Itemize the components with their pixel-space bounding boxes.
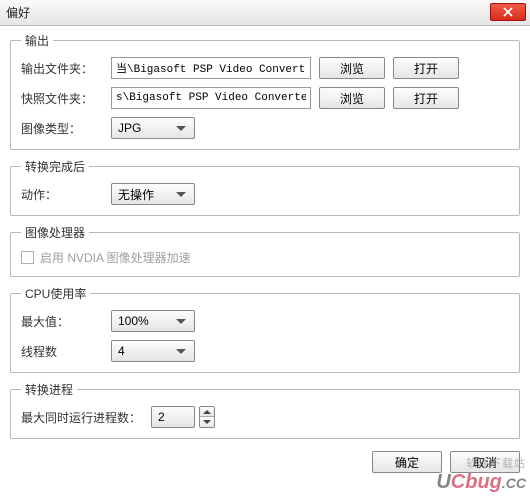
action-label: 动作： <box>21 186 111 203</box>
cpu-legend: CPU使用率 <box>21 285 90 302</box>
chevron-down-icon <box>176 349 186 354</box>
image-type-label: 图像类型： <box>21 120 111 137</box>
chevron-down-icon <box>176 126 186 131</box>
concurrent-label: 最大同时运行进程数： <box>21 409 151 426</box>
action-dropdown[interactable]: 无操作 <box>111 183 195 205</box>
watermark-rest: Cbug <box>451 471 502 493</box>
after-convert-legend: 转换完成后 <box>21 158 89 175</box>
cpu-threads-row: 线程数 4 <box>21 340 509 362</box>
concurrent-row: 最大同时运行进程数： 2 <box>21 406 509 428</box>
snapshot-folder-row: 快照文件夹： 浏览 打开 <box>21 87 509 109</box>
process-group: 转换进程 最大同时运行进程数： 2 <box>10 381 520 439</box>
close-icon <box>503 7 513 17</box>
window-title: 偏好 <box>6 4 30 21</box>
chevron-up-icon <box>203 410 211 414</box>
concurrent-spinner[interactable] <box>199 406 215 428</box>
output-folder-row: 输出文件夹： 浏览 打开 <box>21 57 509 79</box>
gpu-checkbox[interactable] <box>21 251 34 264</box>
concurrent-input[interactable]: 2 <box>151 406 195 428</box>
output-browse-button[interactable]: 浏览 <box>319 57 385 79</box>
process-legend: 转换进程 <box>21 381 77 398</box>
watermark-cc: .CC <box>502 475 526 491</box>
chevron-down-icon <box>176 192 186 197</box>
cpu-threads-label: 线程数 <box>21 343 111 360</box>
snapshot-open-button[interactable]: 打开 <box>393 87 459 109</box>
chevron-down-icon <box>203 420 211 424</box>
snapshot-folder-label: 快照文件夹： <box>21 90 111 107</box>
image-type-dropdown[interactable]: JPG <box>111 117 195 139</box>
action-row: 动作： 无操作 <box>21 183 509 205</box>
output-open-button[interactable]: 打开 <box>393 57 459 79</box>
cpu-group: CPU使用率 最大值： 100% 线程数 4 <box>10 285 520 373</box>
chevron-down-icon <box>176 319 186 324</box>
gpu-checkbox-label: 启用 NVDIA 图像处理器加速 <box>40 249 191 266</box>
output-group: 输出 输出文件夹： 浏览 打开 快照文件夹： 浏览 打开 图像类型： JPG <box>10 32 520 150</box>
cpu-max-dropdown[interactable]: 100% <box>111 310 195 332</box>
watermark-u: U <box>436 471 450 493</box>
footer-buttons: 确定 取消 <box>0 451 530 473</box>
ok-button[interactable]: 确定 <box>372 451 442 473</box>
output-legend: 输出 <box>21 32 53 49</box>
cpu-max-label: 最大值： <box>21 313 111 330</box>
image-type-row: 图像类型： JPG <box>21 117 509 139</box>
spinner-down-button[interactable] <box>200 417 214 427</box>
gpu-legend: 图像处理器 <box>21 224 89 241</box>
after-convert-group: 转换完成后 动作： 无操作 <box>10 158 520 216</box>
snapshot-browse-button[interactable]: 浏览 <box>319 87 385 109</box>
content-area: 输出 输出文件夹： 浏览 打开 快照文件夹： 浏览 打开 图像类型： JPG 转… <box>0 26 530 451</box>
cpu-threads-dropdown[interactable]: 4 <box>111 340 195 362</box>
snapshot-folder-input[interactable] <box>111 87 311 109</box>
title-bar: 偏好 <box>0 0 530 26</box>
close-button[interactable] <box>490 3 526 21</box>
cancel-button[interactable]: 取消 <box>450 451 520 473</box>
gpu-group: 图像处理器 启用 NVDIA 图像处理器加速 <box>10 224 520 277</box>
output-folder-input[interactable] <box>111 57 311 79</box>
gpu-checkbox-row: 启用 NVDIA 图像处理器加速 <box>21 249 509 266</box>
spinner-up-button[interactable] <box>200 407 214 417</box>
concurrent-value: 2 <box>158 410 188 424</box>
cpu-max-row: 最大值： 100% <box>21 310 509 332</box>
output-folder-label: 输出文件夹： <box>21 60 111 77</box>
